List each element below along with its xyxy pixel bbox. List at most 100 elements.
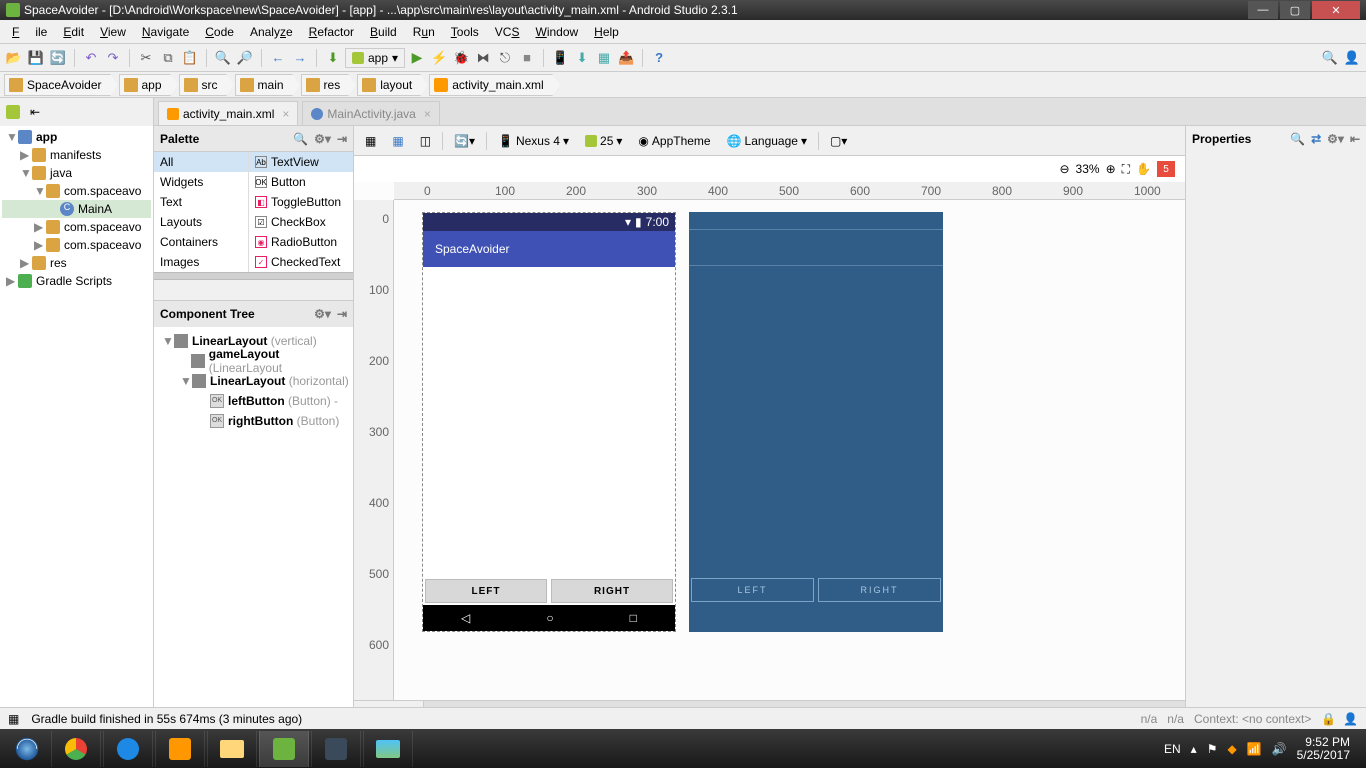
api-combo[interactable]: 25▾ [580,130,627,152]
taskbar-ie[interactable] [103,731,153,767]
collapse-icon[interactable]: ⇤ [30,105,40,119]
component-tree-item[interactable]: OKrightButton (Button) [158,411,349,431]
view-mode-blueprint-icon[interactable]: ▦ [387,130,408,152]
system-tray[interactable]: EN ▴ ⚑ ◆ 📶 🔊 9:52 PM 5/25/2017 [1164,736,1362,762]
device-preview[interactable]: ▾ ▮ 7:00 SpaceAvoider LEFT RIGHT [422,212,676,632]
breadcrumb-item[interactable]: res [301,74,350,96]
open-icon[interactable]: 📂 [4,48,24,68]
zoom-in-icon[interactable]: ⊕ [1106,162,1116,176]
breadcrumb-item[interactable]: app [119,74,171,96]
tree-item[interactable]: ▶com.spaceavo [2,236,151,254]
pan-icon[interactable]: ✋ [1136,162,1151,176]
menu-tools[interactable]: Tools [443,23,487,41]
tree-item[interactable]: ▼app [2,128,151,146]
tree-item[interactable]: ▶com.spaceavo [2,218,151,236]
close-tab-icon[interactable]: × [282,107,289,121]
taskbar-photos[interactable] [363,731,413,767]
menu-analyze[interactable]: Analyze [242,23,301,41]
menu-navigate[interactable]: Navigate [134,23,197,41]
taskbar-clock[interactable]: 9:52 PM 5/25/2017 [1297,736,1350,762]
palette-item[interactable]: ◉RadioButton [249,232,353,252]
redo-icon[interactable]: ↷ [103,48,123,68]
gear-icon[interactable]: ⚙▾ [1327,132,1344,146]
find-icon[interactable]: 🔍 [213,48,233,68]
avd-manager-icon[interactable]: 📱 [550,48,570,68]
menu-window[interactable]: Window [527,23,586,41]
gear-icon[interactable]: ⚙▾ [314,307,331,321]
theme-combo[interactable]: ◉AppTheme [633,130,715,152]
palette-category[interactable]: Widgets [154,172,248,192]
tree-item[interactable]: ▶res [2,254,151,272]
menu-edit[interactable]: Edit [55,23,92,41]
right-button[interactable]: RIGHT [551,579,673,603]
sdk-manager-icon[interactable]: ⬇ [572,48,592,68]
tree-item[interactable]: CMainA [2,200,151,218]
sync-icon[interactable]: 🔄 [48,48,68,68]
breadcrumb-item[interactable]: src [179,74,227,96]
hector-icon[interactable]: 👤 [1343,712,1358,726]
dock-icon[interactable]: ⇤ [1350,132,1360,146]
palette-category[interactable]: All [154,152,248,172]
editor-tab-mainactivity[interactable]: MainActivity.java × [302,101,440,125]
menu-run[interactable]: Run [405,23,443,41]
dock-icon[interactable]: ⇥ [337,307,347,321]
menu-view[interactable]: View [92,23,134,41]
palette-item[interactable]: ◧ToggleButton [249,192,353,212]
dock-icon[interactable]: ⇥ [337,132,347,146]
swap-icon[interactable]: ⇄ [1311,132,1321,146]
blueprint-preview[interactable]: LEFT RIGHT [689,212,943,632]
taskbar-android-studio[interactable] [259,731,309,767]
help-icon[interactable]: ? [649,48,669,68]
menu-build[interactable]: Build [362,23,405,41]
make-icon[interactable]: ⬇ [323,48,343,68]
editor-tab-activity-main[interactable]: activity_main.xml × [158,101,298,125]
taskbar-explorer[interactable] [207,731,257,767]
zoom-fit-icon[interactable]: ⛶ [1122,162,1130,177]
network-icon[interactable]: 📶 [1247,742,1262,756]
maximize-button[interactable]: ▢ [1280,1,1310,19]
tree-item[interactable]: ▼com.spaceavo [2,182,151,200]
user-icon[interactable]: 👤 [1342,48,1362,68]
avast-icon[interactable]: ◆ [1227,742,1236,756]
menu-help[interactable]: Help [586,23,627,41]
run-button[interactable]: ▶ [407,48,427,68]
menu-code[interactable]: Code [197,23,242,41]
search-icon[interactable]: 🔍 [1290,132,1305,146]
tree-item[interactable]: ▼java [2,164,151,182]
flag-icon[interactable]: ⚑ [1207,742,1218,756]
debug-icon[interactable]: 🐞 [451,48,471,68]
palette-item[interactable]: ✓CheckedText [249,252,353,272]
taskbar-mediaplayer[interactable] [155,731,205,767]
project-tree[interactable]: ▼app▶manifests▼java▼com.spaceavoCMainA▶c… [0,126,153,724]
designer-canvas[interactable]: 01002003004005006007008009001000 0100200… [354,182,1185,700]
close-button[interactable]: ✕ [1312,1,1360,19]
device-file-explorer-icon[interactable]: 📤 [616,48,636,68]
stop-icon[interactable]: ■ [517,48,537,68]
tray-chevron-icon[interactable]: ▴ [1191,742,1197,756]
component-tree[interactable]: ▼LinearLayout (vertical)gameLayout (Line… [154,327,353,435]
profile-icon[interactable]: ⧓ [473,48,493,68]
taskbar-notepadpp[interactable] [311,731,361,767]
start-button[interactable] [4,731,50,767]
back-icon[interactable]: ← [268,48,288,68]
replace-icon[interactable]: 🔎 [235,48,255,68]
lock-icon[interactable]: 🔒 [1321,712,1336,726]
close-tab-icon[interactable]: × [424,107,431,121]
tree-item[interactable]: ▶Gradle Scripts [2,272,151,290]
paste-icon[interactable]: 📋 [180,48,200,68]
zoom-out-icon[interactable]: ⊖ [1059,162,1069,176]
palette-item[interactable]: ☑CheckBox [249,212,353,232]
palette-category[interactable]: Images [154,252,248,272]
tree-item[interactable]: ▶manifests [2,146,151,164]
component-tree-item[interactable]: OKleftButton (Button) - [158,391,349,411]
cut-icon[interactable]: ✂ [136,48,156,68]
search-icon[interactable]: 🔍 [293,132,308,146]
palette-category[interactable]: Text [154,192,248,212]
palette-category[interactable]: Layouts [154,212,248,232]
run-config-combo[interactable]: app ▾ [345,48,405,68]
orientation-icon[interactable]: 🔄▾ [449,130,480,152]
breadcrumb-item[interactable]: activity_main.xml [429,74,552,96]
breadcrumb-item[interactable]: SpaceAvoider [4,74,111,96]
breadcrumb-item[interactable]: main [235,74,293,96]
language-indicator[interactable]: EN [1164,742,1181,756]
